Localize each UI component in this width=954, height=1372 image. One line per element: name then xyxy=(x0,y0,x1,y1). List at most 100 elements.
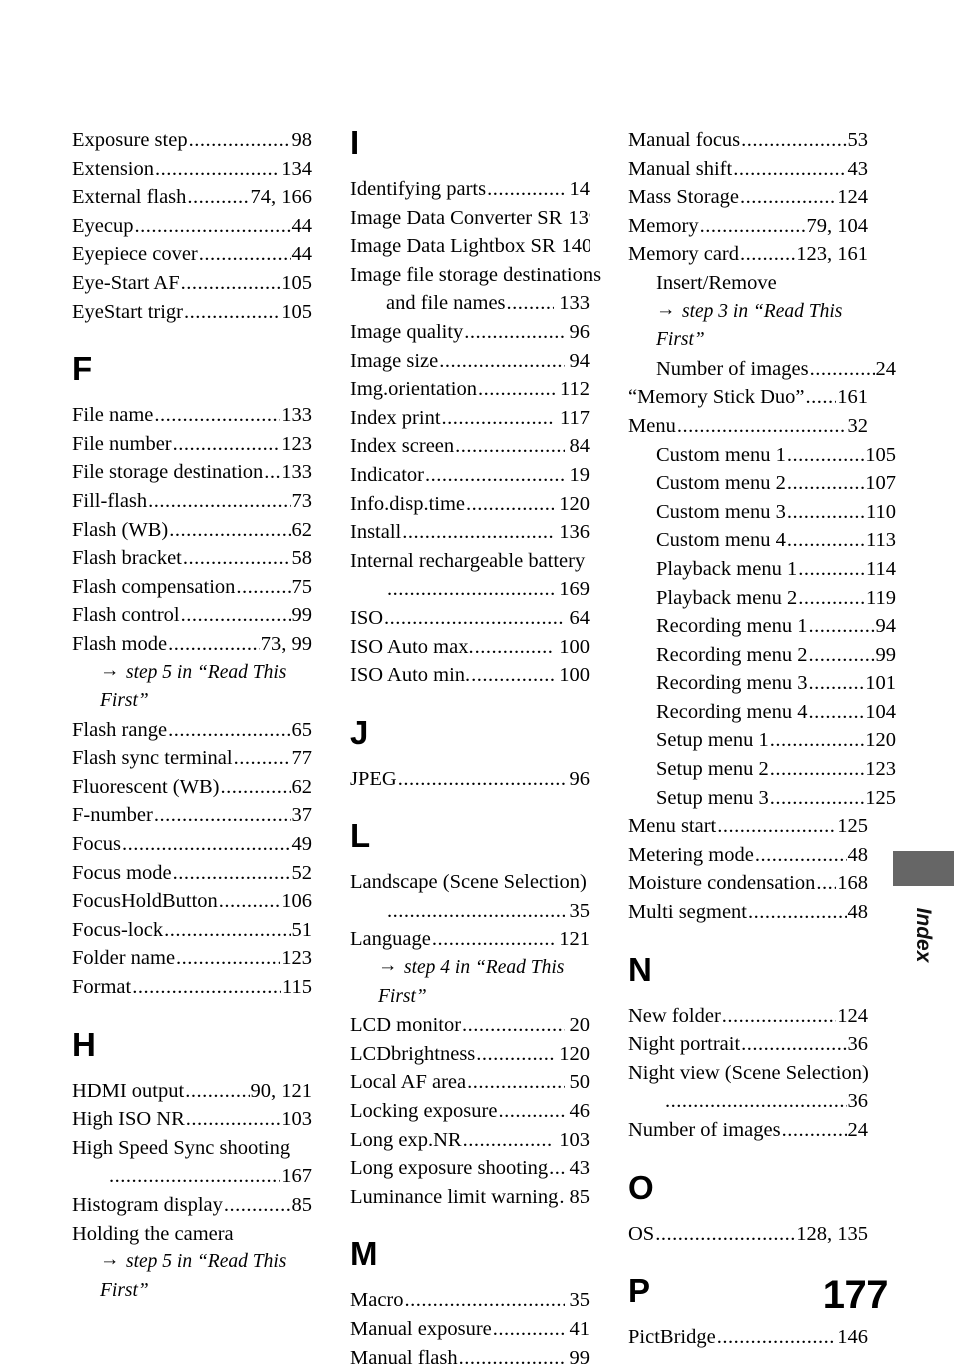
entry-term: Long exp.NR xyxy=(350,1128,462,1151)
dot-leader: ........................................… xyxy=(741,1033,846,1056)
entry-page-ref: 113 xyxy=(866,529,896,552)
entry-term: Number of images xyxy=(656,357,809,380)
entry-term: Menu xyxy=(628,414,676,437)
entry-term: Info.disp.time xyxy=(350,492,466,515)
index-entry: Folder name ............................… xyxy=(72,944,312,973)
dot-leader: ........................................… xyxy=(467,1071,564,1094)
entry-term: Folder name xyxy=(72,947,176,970)
entry-page-ref: 112 xyxy=(560,378,590,401)
right-arrow-icon: → xyxy=(100,659,120,681)
entry-page-ref: 105 xyxy=(281,300,312,323)
index-entry: ISO ....................................… xyxy=(350,604,590,633)
index-subentry: Custom menu 4 ..........................… xyxy=(628,526,896,555)
index-entry: Index screen ...........................… xyxy=(350,432,590,461)
dot-leader: ........................................… xyxy=(721,1004,836,1027)
dot-leader: ........................................… xyxy=(462,1014,564,1037)
dot-leader: ........................................… xyxy=(492,1318,565,1340)
dot-leader: ........................................… xyxy=(769,729,865,752)
entry-page-ref: 74, 166 xyxy=(250,186,313,209)
index-entry: ISO Auto min. ..........................… xyxy=(350,661,590,690)
dot-leader: ........................................… xyxy=(134,214,291,237)
index-entry: Memory card ............................… xyxy=(628,240,868,269)
entry-term: Format xyxy=(72,976,132,999)
entry-term: Setup menu 1 xyxy=(656,729,769,752)
entry-page-ref: 169 xyxy=(559,578,590,601)
entry-term: Recording menu 2 xyxy=(656,643,808,666)
entry-page-ref: 124 xyxy=(837,1004,868,1027)
dot-leader: ........................................… xyxy=(387,899,565,922)
dot-leader: ........................................… xyxy=(169,518,290,541)
dot-leader: ........................................… xyxy=(798,586,865,609)
index-entry: Locking exposure .......................… xyxy=(350,1097,590,1126)
dot-leader: ........................................… xyxy=(816,872,836,895)
entry-term: HDMI output xyxy=(72,1079,185,1102)
entry-term-continuation: ........................................… xyxy=(72,1162,312,1191)
entry-page-ref: 167 xyxy=(281,1165,312,1188)
index-entry: Flash bracket...........................… xyxy=(72,544,312,573)
entry-page-ref: 73, 99 xyxy=(260,632,312,655)
entry-term: Image Data Converter SR xyxy=(350,206,563,229)
entry-term: Night portrait xyxy=(628,1033,741,1056)
index-entry: Menu start .............................… xyxy=(628,812,868,841)
entry-page-ref: 114 xyxy=(866,557,896,580)
index-entry: Menu....................................… xyxy=(628,412,868,441)
index-subentry: Number of images .......................… xyxy=(628,355,896,384)
entry-page-ref: 119 xyxy=(866,586,896,609)
entry-page-ref: 43 xyxy=(847,157,869,180)
dot-leader: ........................................… xyxy=(155,157,280,180)
entry-page-ref: 14 xyxy=(569,178,591,200)
dot-leader: ........................................… xyxy=(748,901,847,924)
entry-page-ref: 133 xyxy=(559,292,590,315)
entry-term: Eyepiece cover xyxy=(72,243,198,266)
index-entry: OS .....................................… xyxy=(628,1220,868,1249)
index-entry-wrapped: Internal rechargeable battery...........… xyxy=(350,547,590,604)
index-entry: Identifying parts ......................… xyxy=(350,175,590,204)
index-column-3: Manual focus ...........................… xyxy=(628,126,896,1372)
cross-reference-text: step 4 in “Read This xyxy=(404,957,565,979)
entry-page-ref: 49 xyxy=(291,833,313,856)
dot-leader: ........................................… xyxy=(218,890,281,913)
right-arrow-icon: → xyxy=(378,955,398,977)
entry-term: Focus mode xyxy=(72,861,172,884)
entry-term-part2: and file names xyxy=(386,292,506,315)
index-entry: Long exposure shooting .................… xyxy=(350,1154,590,1183)
entry-term: Manual shift xyxy=(628,157,733,180)
entry-term: Setup menu 2 xyxy=(656,758,769,781)
cross-reference-text-continuation: First” xyxy=(656,329,705,351)
entry-page-ref: 53 xyxy=(847,129,869,151)
index-entry: Manual exposure ........................… xyxy=(350,1315,590,1344)
index-entry: Local AF area...........................… xyxy=(350,1068,590,1097)
index-letter-heading: F xyxy=(72,350,92,388)
entry-term: Eye-Start AF xyxy=(72,271,180,294)
dot-leader: ........................................… xyxy=(184,300,280,323)
dot-leader: ........................................… xyxy=(439,349,564,372)
dot-leader: ........................................… xyxy=(164,918,290,941)
index-entry: Manual focus ...........................… xyxy=(628,126,868,155)
index-entry: Extension ..............................… xyxy=(72,155,312,184)
entry-term: PictBridge xyxy=(628,1326,716,1349)
entry-page-ref: 123 xyxy=(281,947,312,970)
dot-leader: ........................................… xyxy=(740,186,836,209)
entry-page-ref: 133 xyxy=(281,461,312,484)
index-entry: LCD monitor ............................… xyxy=(350,1011,590,1040)
index-entry: File number.............................… xyxy=(72,430,312,459)
dot-leader: ........................................… xyxy=(506,292,555,315)
entry-page-ref: 106 xyxy=(281,890,312,913)
entry-page-ref: 103 xyxy=(559,1128,590,1151)
dot-leader: ........................................… xyxy=(808,615,875,638)
entry-page-ref: 44 xyxy=(291,243,313,266)
dot-leader: ........................................… xyxy=(733,157,846,180)
entry-term: Exposure step xyxy=(72,129,188,151)
dot-leader: ........................................… xyxy=(740,243,795,266)
index-entry: File storage destination................… xyxy=(72,458,312,487)
entry-page-ref: 101 xyxy=(865,672,896,695)
entry-page-ref: 121 xyxy=(559,928,590,951)
index-entry: Histogram display.......................… xyxy=(72,1191,312,1220)
entry-term: Image size xyxy=(350,349,439,372)
entry-page-ref: 168 xyxy=(837,872,868,895)
dot-leader: ........................................… xyxy=(477,378,555,401)
dot-leader: ........................................… xyxy=(808,672,865,695)
index-entry: JPEG....................................… xyxy=(350,765,590,794)
index-subentry: Recording menu 3 .......................… xyxy=(628,669,896,698)
entry-page-ref: 103 xyxy=(281,1108,312,1131)
